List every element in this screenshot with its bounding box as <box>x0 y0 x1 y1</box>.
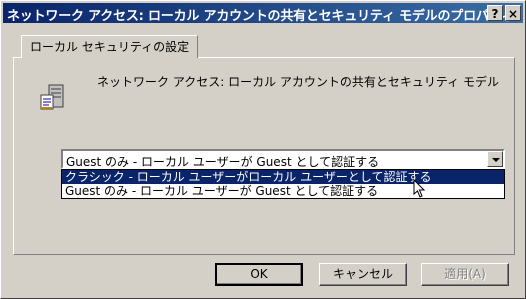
cancel-button[interactable]: キャンセル <box>319 263 407 286</box>
ok-button[interactable]: OK <box>215 263 303 286</box>
server-policy-icon <box>40 84 64 110</box>
mouse-cursor-icon <box>413 179 426 198</box>
combo-selected-value: Guest のみ - ローカル ユーザーが Guest として認証する <box>66 155 380 169</box>
tab-local-security-setting[interactable]: ローカル セキュリティの設定 <box>21 35 199 58</box>
cancel-button-label: キャンセル <box>332 267 393 281</box>
close-button[interactable]: × <box>505 5 521 21</box>
properties-dialog: ネットワーク アクセス: ローカル アカウントの共有とセキュリティ モデルのプロ… <box>0 0 526 299</box>
title-bar[interactable]: ネットワーク アクセス: ローカル アカウントの共有とセキュリティ モデルのプロ… <box>3 3 523 24</box>
dropdown-list: クラシック - ローカル ユーザーがローカル ユーザーとして認証する Guest… <box>61 169 505 199</box>
window-title: ネットワーク アクセス: ローカル アカウントの共有とセキュリティ モデルのプロ… <box>7 9 514 24</box>
ok-button-label: OK <box>250 267 268 281</box>
policy-name: ネットワーク アクセス: ローカル アカウントの共有とセキュリティ モデル <box>97 75 499 89</box>
apply-button-label: 適用(A) <box>444 267 486 281</box>
help-button[interactable]: ? <box>487 5 503 21</box>
option-classic[interactable]: クラシック - ローカル ユーザーがローカル ユーザーとして認証する <box>62 170 504 184</box>
security-model-select[interactable]: Guest のみ - ローカル ユーザーが Guest として認証する <box>61 149 505 169</box>
option-guest-only[interactable]: Guest のみ - ローカル ユーザーが Guest として認証する <box>62 184 504 198</box>
apply-button[interactable]: 適用(A) <box>421 263 509 286</box>
chevron-down-icon[interactable] <box>487 151 503 167</box>
